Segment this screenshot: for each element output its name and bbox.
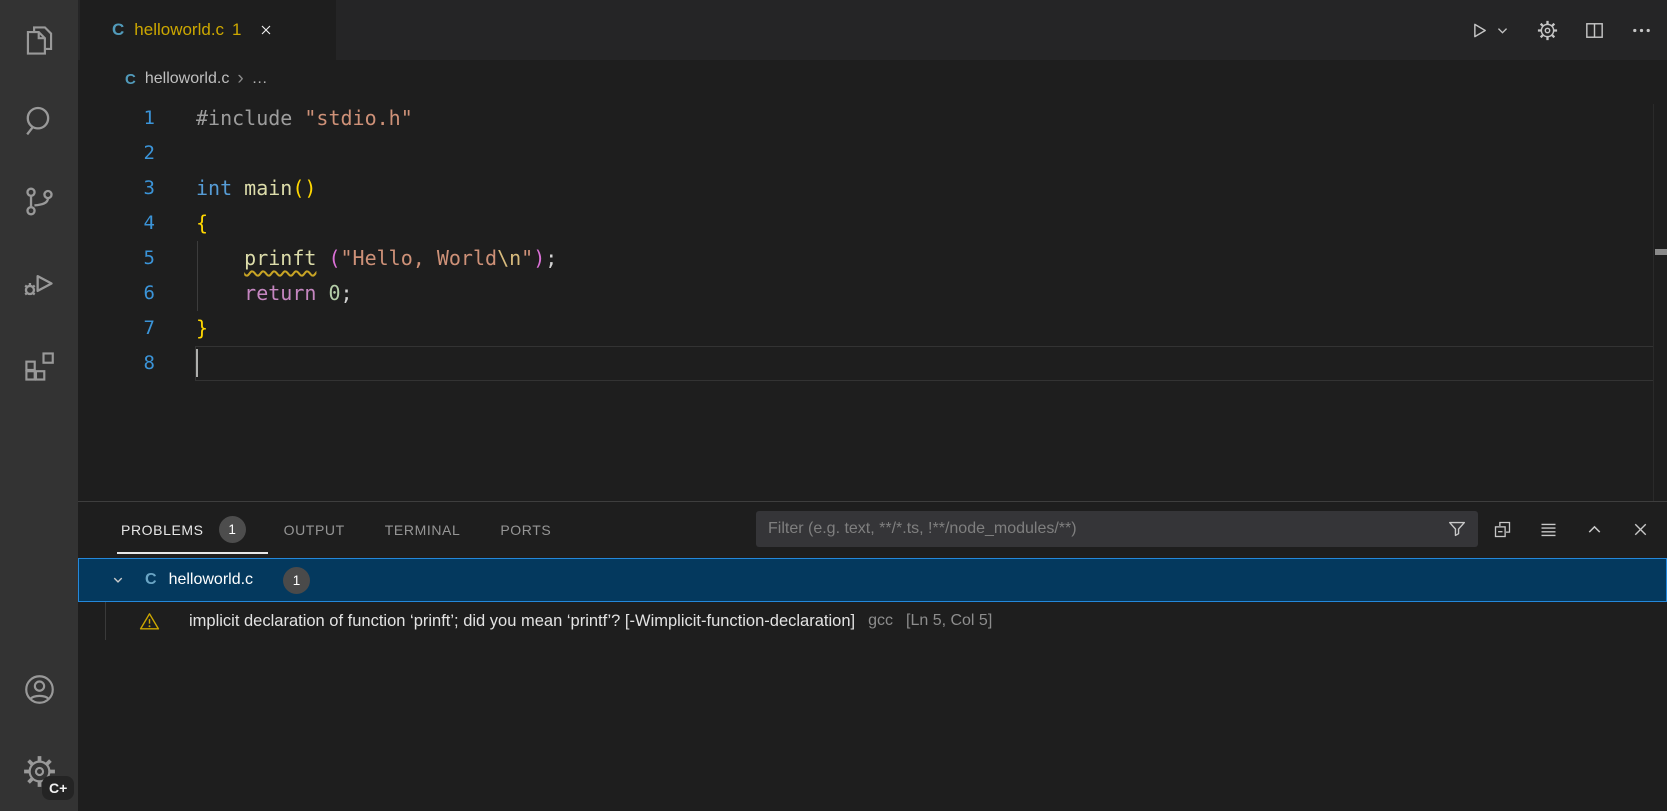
problem-location: [Ln 5, Col 5] — [906, 612, 992, 630]
line-number: 7 — [78, 311, 155, 346]
close-tab-icon[interactable] — [258, 22, 274, 38]
breadcrumb-file[interactable]: helloworld.c — [145, 70, 229, 88]
bottom-panel: PROBLEMS 1 OUTPUT TERMINAL PORTS — [78, 501, 1667, 811]
line-number: 2 — [78, 136, 155, 171]
tab-bar: C helloworld.c 1 — [78, 0, 1667, 60]
line-content: #include "stdio.h" — [155, 101, 413, 136]
tab-problems-label: PROBLEMS — [121, 522, 204, 538]
split-editor-icon[interactable] — [1583, 19, 1606, 42]
tab-problems[interactable]: PROBLEMS 1 — [121, 516, 246, 543]
account-icon — [21, 671, 58, 708]
code-line[interactable]: 2 — [78, 136, 1667, 171]
more-actions-icon[interactable] — [1630, 19, 1653, 42]
accounts-button[interactable] — [0, 661, 78, 717]
line-content: return 0; — [155, 276, 353, 311]
panel-titlebar: PROBLEMS 1 OUTPUT TERMINAL PORTS — [78, 502, 1667, 557]
line-content: } — [155, 311, 208, 346]
line-number: 1 — [78, 101, 155, 136]
group-problem-count-badge: 1 — [283, 567, 310, 594]
activity-search-button[interactable] — [0, 92, 78, 148]
code-line[interactable]: 7} — [78, 311, 1667, 346]
c-language-icon: C — [145, 571, 157, 589]
run-code-button[interactable] — [1467, 19, 1490, 42]
panel-tabs: PROBLEMS 1 OUTPUT TERMINAL PORTS — [121, 502, 551, 557]
editor-actions — [1467, 0, 1653, 60]
problems-filter — [756, 511, 1478, 547]
problem-message: implicit declaration of function ‘prinft… — [189, 612, 855, 631]
collapse-all-icon[interactable] — [1492, 519, 1513, 540]
filter-funnel-icon[interactable] — [1446, 518, 1468, 540]
tab-helloworld-c[interactable]: C helloworld.c 1 — [80, 0, 336, 60]
text-cursor — [196, 349, 198, 377]
warning-icon — [139, 611, 160, 632]
overview-ruler-warning-marker[interactable] — [1655, 249, 1667, 255]
view-as-list-icon[interactable] — [1538, 519, 1559, 540]
line-number: 8 — [78, 346, 155, 381]
language-badge: C+ — [42, 776, 74, 800]
tab-terminal[interactable]: TERMINAL — [385, 522, 461, 538]
tab-ports[interactable]: PORTS — [500, 522, 551, 538]
activity-explorer-button[interactable] — [0, 12, 78, 68]
line-content: prinft ("Hello, World\n"); — [155, 241, 557, 276]
code-line[interactable]: 4{ — [78, 206, 1667, 241]
tab-title: helloworld.c — [134, 20, 224, 40]
line-number: 5 — [78, 241, 155, 276]
breadcrumb-separator: › — [237, 68, 243, 90]
run-dropdown-icon[interactable] — [1495, 23, 1510, 38]
breadcrumb-symbol[interactable]: … — [252, 70, 269, 88]
breadcrumb[interactable]: C helloworld.c › … — [125, 60, 269, 98]
run-debug-icon — [21, 265, 58, 302]
problems-count-badge: 1 — [219, 516, 246, 543]
close-panel-icon[interactable] — [1630, 519, 1651, 540]
filter-input[interactable] — [756, 520, 1478, 538]
line-content: { — [155, 206, 208, 241]
problems-file-group-row[interactable]: C helloworld.c 1 — [78, 558, 1667, 602]
activity-source-control-button[interactable] — [0, 173, 78, 229]
code-line[interactable]: 5 prinft ("Hello, World\n"); — [78, 241, 1667, 276]
search-icon — [21, 102, 58, 139]
overview-ruler — [1653, 104, 1654, 501]
vscode-window: C+ C helloworld.c 1 — [0, 0, 1667, 811]
code-line[interactable]: 3int main() — [78, 171, 1667, 206]
activity-run-debug-button[interactable] — [0, 255, 78, 311]
tree-indent-guide — [105, 602, 106, 640]
problem-source: gcc — [868, 612, 893, 630]
chevron-down-icon[interactable] — [109, 571, 127, 589]
files-icon — [21, 22, 58, 59]
active-panel-tab-underline — [117, 552, 268, 554]
panel-actions — [1467, 502, 1651, 557]
activity-extensions-button[interactable] — [0, 337, 78, 393]
problem-row[interactable]: implicit declaration of function ‘prinft… — [78, 602, 1667, 640]
line-number: 6 — [78, 276, 155, 311]
tab-problem-count: 1 — [232, 20, 241, 40]
line-content: int main() — [155, 171, 316, 206]
line-number: 4 — [78, 206, 155, 241]
c-language-icon: C — [125, 71, 136, 88]
activity-bar: C+ — [0, 0, 78, 811]
maximize-panel-icon[interactable] — [1584, 519, 1605, 540]
tab-output[interactable]: OUTPUT — [284, 522, 345, 538]
group-file-name: helloworld.c — [169, 571, 253, 589]
settings-gear-icon[interactable] — [1536, 19, 1559, 42]
source-control-icon — [21, 183, 58, 220]
code-line[interactable]: 6 return 0; — [78, 276, 1667, 311]
line-content — [155, 136, 196, 171]
editor: C helloworld.c › … 1#include "stdio.h"23… — [78, 60, 1667, 501]
code-line[interactable]: 1#include "stdio.h" — [78, 101, 1667, 136]
extensions-icon — [21, 347, 58, 384]
line-number: 3 — [78, 171, 155, 206]
code-area[interactable]: 1#include "stdio.h"23int main()4{5 prinf… — [78, 101, 1667, 381]
problem-text: implicit declaration of function ‘prinft… — [189, 612, 992, 631]
c-language-icon: C — [112, 20, 124, 40]
line-content — [155, 346, 196, 381]
code-line[interactable]: 8 — [78, 346, 1667, 381]
